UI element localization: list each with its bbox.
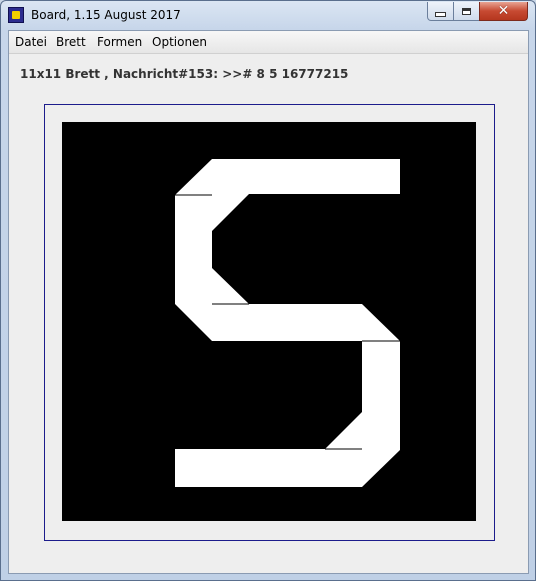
board-canvas[interactable] — [62, 122, 476, 521]
minimize-button[interactable] — [427, 2, 454, 21]
close-button[interactable]: ✕ — [479, 2, 528, 21]
window-title: Board, 1.15 August 2017 — [31, 8, 181, 22]
title-bar[interactable]: Board, 1.15 August 2017 ✕ — [1, 1, 535, 30]
status-message: 11x11 Brett , Nachricht#153: >># 8 5 167… — [20, 67, 349, 81]
client-area: Datei Brett Formen Optionen 11x11 Brett … — [8, 30, 529, 574]
board-app-icon[interactable] — [8, 7, 24, 23]
menu-optionen[interactable]: Optionen — [152, 35, 207, 49]
maximize-button[interactable] — [453, 2, 480, 21]
shape-middle-bar — [175, 304, 400, 341]
maximize-icon — [462, 7, 471, 15]
menu-bar: Datei Brett Formen Optionen — [9, 31, 528, 54]
menu-datei[interactable]: Datei — [15, 35, 47, 49]
menu-brett[interactable]: Brett — [56, 35, 86, 49]
menu-formen[interactable]: Formen — [97, 35, 142, 49]
close-icon: ✕ — [497, 3, 510, 19]
minimize-icon — [435, 12, 446, 17]
board-drawing — [175, 159, 400, 487]
shape-bottom-bar — [175, 449, 362, 487]
app-window: Board, 1.15 August 2017 ✕ Datei Brett Fo… — [0, 0, 536, 581]
